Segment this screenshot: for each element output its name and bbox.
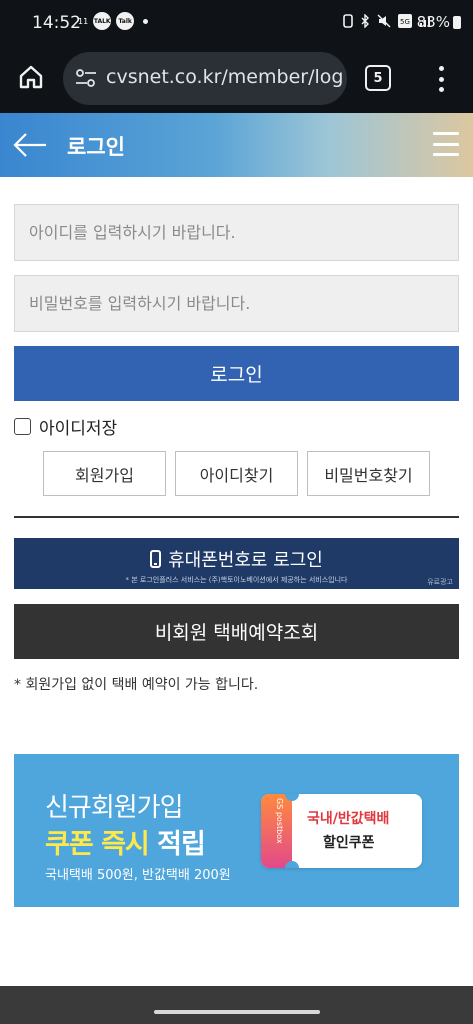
page-title: 로그인 [67, 135, 125, 159]
signup-coupon-banner[interactable]: 신규회원가입 쿠폰 즉시 적립 국내택배 500원, 반값택배 200원 GS … [14, 754, 459, 907]
guest-note: * 회원가입 없이 택배 예약이 가능 합니다. [14, 677, 259, 693]
browser-menu-button[interactable] [432, 64, 450, 94]
tab-switcher-button[interactable]: 5 [365, 65, 391, 91]
battery-icon [453, 15, 461, 29]
nfc-icon [343, 14, 353, 28]
banner-line2-rest: 적립 [157, 829, 206, 860]
address-bar[interactable]: cvsnet.co.kr/member/log [63, 52, 347, 105]
menu-dot-icon [438, 87, 444, 92]
battery-percent: 83% [416, 13, 450, 31]
status-time: 14:52 [32, 13, 81, 33]
more-notifications-dot-icon [143, 18, 149, 24]
login-button[interactable]: 로그인 [14, 346, 459, 401]
kakaotalk-icon: TALK [93, 12, 112, 30]
menu-dot-icon [438, 76, 444, 82]
site-header: 로그인 [0, 113, 473, 177]
talk-app-icon: Talk [116, 12, 135, 30]
home-button[interactable] [14, 60, 48, 94]
5g-icon: 5G [398, 14, 412, 28]
phone-login-label: 휴대폰번호로 로그인 [168, 550, 323, 571]
coupon-ticket: GS postbox 국내/반값택배 할인쿠폰 [261, 794, 422, 868]
notification-icons: 11 TALK Talk [78, 12, 149, 30]
mute-icon [377, 14, 391, 28]
url-text[interactable]: cvsnet.co.kr/member/log [106, 66, 343, 88]
banner-highlight: 쿠폰 즉시 [45, 829, 150, 860]
hamburger-menu-button[interactable] [433, 132, 459, 156]
save-id-row[interactable]: 아이디저장 [14, 414, 117, 439]
hamburger-line-icon [433, 132, 459, 135]
banner-line3: 국내택배 500원, 반값택배 200원 [45, 868, 231, 883]
arrow-left-icon [13, 133, 46, 157]
battery-indicator: 83% [417, 13, 461, 31]
smartphone-icon [150, 550, 162, 568]
status-bar: 14:52 11 TALK Talk 5G 83% [0, 0, 473, 46]
phone-login-button[interactable]: 휴대폰번호로 로그인 * 본 로그인플러스 서비스는 (주)핵토이노베이션에서 … [14, 538, 459, 589]
system-nav-bar [0, 986, 473, 1024]
hamburger-line-icon [433, 142, 459, 146]
svg-text:5G: 5G [400, 18, 410, 26]
banner-line1: 신규회원가입 [45, 793, 184, 823]
paid-ad-label: 유료광고 [427, 578, 453, 586]
phone-login-main: 휴대폰번호로 로그인 [14, 546, 459, 572]
phone-login-note: * 본 로그인플러스 서비스는 (주)핵토이노베이션에서 제공하는 서비스입니다 [125, 576, 348, 584]
divider [14, 516, 459, 518]
back-button[interactable] [12, 129, 48, 161]
site-settings-icon[interactable] [75, 68, 97, 88]
find-password-button[interactable]: 비밀번호찾기 [307, 451, 430, 496]
guest-parcel-lookup-button[interactable]: 비회원 택배예약조회 [14, 604, 459, 659]
coupon-subtitle: 할인쿠폰 [323, 835, 375, 851]
notification-count-icon: 11 [78, 16, 89, 26]
home-gesture-handle[interactable] [154, 1010, 320, 1014]
hamburger-line-icon [433, 153, 459, 156]
menu-dot-icon [438, 66, 444, 71]
home-icon [19, 65, 43, 89]
banner-line2: 쿠폰 즉시 적립 [45, 822, 206, 861]
user-id-input[interactable] [14, 204, 459, 261]
ticket-notch-bottom [285, 861, 299, 868]
save-id-label[interactable]: 아이디저장 [39, 414, 117, 439]
bluetooth-icon [361, 14, 369, 28]
coupon-title: 국내/반값택배 [307, 811, 390, 827]
save-id-checkbox[interactable] [14, 418, 31, 435]
gs-postbox-logo: GS postbox [275, 798, 284, 844]
signup-button[interactable]: 회원가입 [43, 451, 166, 496]
browser-toolbar: cvsnet.co.kr/member/log 5 [0, 46, 473, 113]
find-id-button[interactable]: 아이디찾기 [175, 451, 298, 496]
password-input[interactable] [14, 275, 459, 332]
